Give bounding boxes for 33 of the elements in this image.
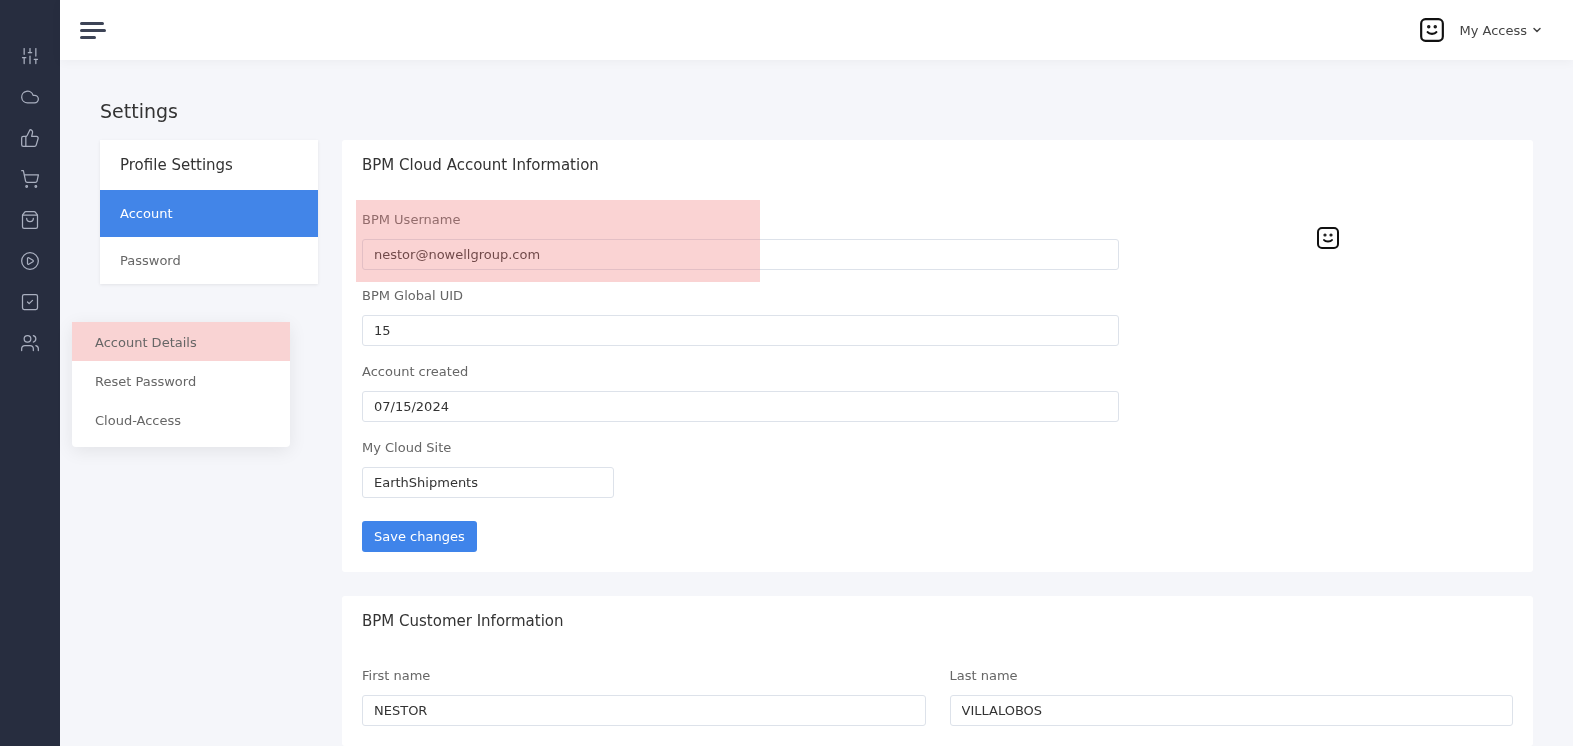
input-field[interactable]: VILLALOBOS [949,695,1513,726]
input-field[interactable]: 15 [362,315,1119,346]
card-title: BPM Customer Information [362,612,565,630]
nav-title: Profile Settings [119,155,234,176]
input-field[interactable]: nestor@nowellgroup.com [362,239,1119,270]
field-label: My Cloud Site [362,440,453,455]
users-icon[interactable] [20,333,40,353]
save-button[interactable]: Save changes [362,521,477,552]
field-label: BPM Username [362,212,462,227]
input-field[interactable]: EarthShipments [362,467,614,498]
sliders-icon[interactable] [20,46,40,66]
play-icon[interactable] [20,251,40,271]
input-field[interactable]: NESTOR [362,695,926,726]
nav-item[interactable]: Account [100,190,318,237]
menu-icon[interactable] [80,20,106,40]
smiley-icon [1316,226,1340,250]
menu-item[interactable]: Account Details [72,322,290,361]
user-menu[interactable]: My Access [1459,22,1543,38]
card-title: BPM Cloud Account Information [362,156,600,174]
checkbox-icon[interactable] [20,292,40,312]
thumbs-up-icon[interactable] [20,128,40,148]
shopping-bag-icon[interactable] [20,210,40,230]
field-label: Account created [362,364,470,379]
menu-item[interactable]: Cloud-Access [72,400,290,439]
page-title: Settings [100,100,179,122]
field-label: BPM Global UID [362,288,465,303]
cart-icon[interactable] [20,169,40,189]
input-field[interactable]: 07/15/2024 [362,391,1119,422]
nav-item[interactable]: Password [100,237,318,284]
field-label: Last name [949,668,1019,683]
smiley-icon [1419,17,1446,43]
field-label: First name [362,668,432,683]
menu-item[interactable]: Reset Password [72,361,290,400]
